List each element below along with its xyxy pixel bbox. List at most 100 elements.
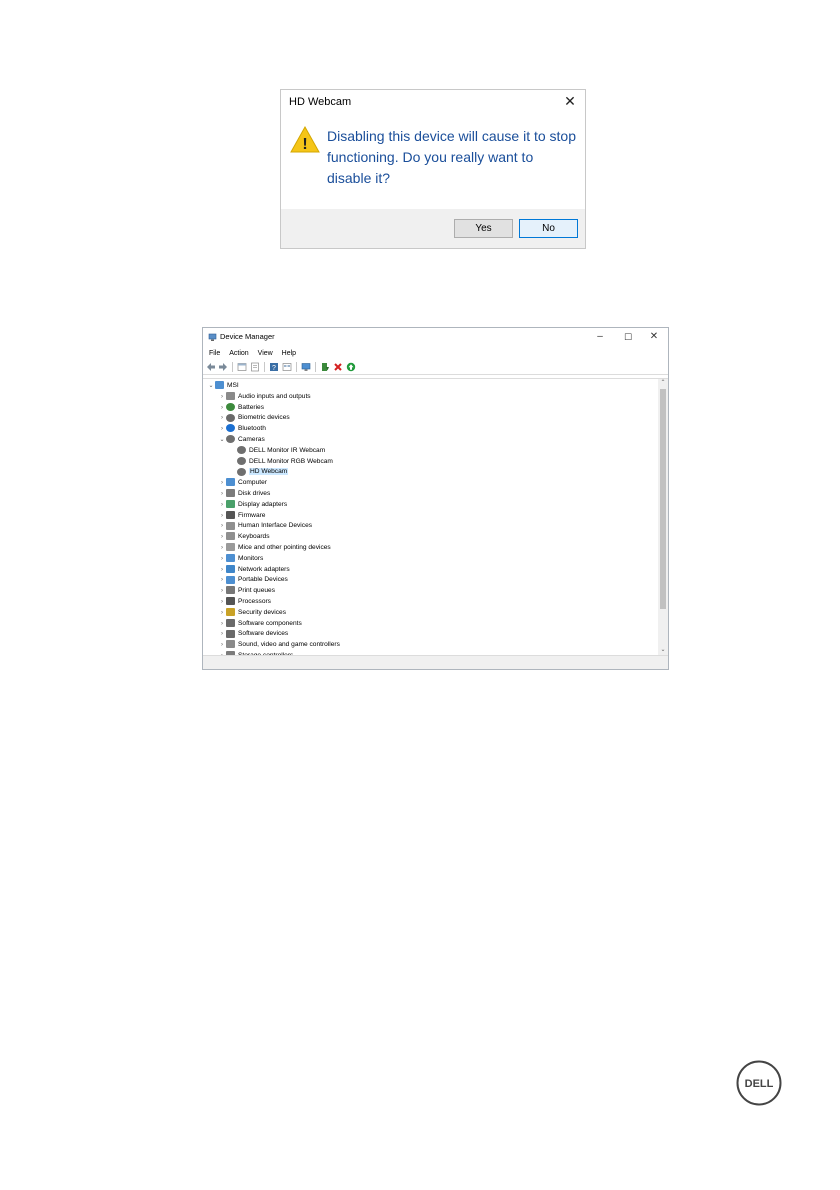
chevron-right-icon[interactable]: › xyxy=(218,489,226,500)
status-bar xyxy=(203,655,668,669)
tree-item[interactable]: › Display adapters xyxy=(218,500,287,511)
tree-item-label: MSI xyxy=(227,382,239,389)
maximize-icon[interactable]: ☐ xyxy=(618,330,638,344)
chevron-right-icon[interactable]: › xyxy=(218,543,226,554)
chevron-right-icon[interactable]: › xyxy=(218,586,226,597)
console-tree-icon[interactable] xyxy=(250,362,260,372)
keyboard-icon xyxy=(226,521,235,530)
speaker-icon xyxy=(226,640,235,649)
warning-glyph: ! xyxy=(302,136,307,153)
tree-item[interactable]: DELL Monitor RGB Webcam xyxy=(229,456,333,468)
chip-icon xyxy=(226,597,235,606)
tree-item[interactable]: › Computer xyxy=(218,478,267,489)
uninstall-icon[interactable] xyxy=(333,362,343,372)
chevron-right-icon[interactable]: › xyxy=(218,565,226,576)
chevron-right-icon[interactable]: › xyxy=(218,554,226,565)
camera-icon xyxy=(237,467,246,476)
tree-item[interactable]: › Human Interface Devices xyxy=(218,521,312,532)
chevron-right-icon[interactable]: › xyxy=(218,424,226,435)
no-button[interactable]: No xyxy=(519,219,578,238)
chevron-down-icon[interactable]: ⌄ xyxy=(207,381,215,392)
tree-item[interactable]: › Batteries xyxy=(218,402,264,414)
scrollbar-thumb[interactable] xyxy=(660,389,666,609)
help-icon[interactable]: ? xyxy=(269,362,279,372)
scroll-up-icon[interactable]: ⌃ xyxy=(658,379,668,388)
tree-item[interactable]: › Disk drives xyxy=(218,489,270,500)
back-arrow-icon[interactable] xyxy=(206,362,216,372)
menu-view[interactable]: View xyxy=(258,348,273,359)
bluetooth-icon xyxy=(226,424,235,433)
chevron-right-icon[interactable]: › xyxy=(218,608,226,619)
close-icon[interactable]: ✕ xyxy=(563,94,577,108)
minimize-icon[interactable]: – xyxy=(590,330,610,344)
chevron-right-icon[interactable]: › xyxy=(218,597,226,608)
tree-item-label: Mice and other pointing devices xyxy=(238,544,331,551)
tree-item-label: Bluetooth xyxy=(238,425,266,433)
tree-item[interactable]: DELL Monitor IR Webcam xyxy=(229,446,325,457)
puzzle-icon xyxy=(226,618,235,627)
tree-item[interactable]: › Network adapters xyxy=(218,564,290,576)
chevron-right-icon[interactable]: › xyxy=(218,403,226,414)
tree-item[interactable]: › Security devices xyxy=(218,608,286,619)
vertical-scrollbar[interactable]: ⌃ ⌄ xyxy=(658,379,668,655)
forward-arrow-icon[interactable] xyxy=(218,362,228,372)
tree-item[interactable]: › Processors xyxy=(218,597,271,608)
toolbar: ? xyxy=(203,360,668,375)
chevron-right-icon[interactable]: › xyxy=(218,478,226,489)
menu-bar: File Action View Help xyxy=(203,348,668,359)
enable-device-icon[interactable] xyxy=(346,362,356,372)
chevron-right-icon[interactable]: › xyxy=(218,500,226,511)
tree-item[interactable]: HD Webcam xyxy=(229,467,289,478)
chevron-right-icon[interactable]: › xyxy=(218,392,226,403)
menu-file[interactable]: File xyxy=(209,348,220,359)
tree-item-label: Disk drives xyxy=(238,490,271,497)
tree-item-label: Human Interface Devices xyxy=(238,522,313,530)
tree-item[interactable]: ⌄ Cameras xyxy=(218,435,265,446)
toolbar-separator xyxy=(232,362,233,372)
network-icon xyxy=(226,564,235,573)
chevron-right-icon[interactable]: › xyxy=(218,511,226,522)
tree-item-label: Display adapters xyxy=(238,500,288,508)
dialog-message: Disabling this device will cause it to s… xyxy=(327,128,577,186)
chevron-right-icon[interactable]: › xyxy=(218,629,226,640)
svg-text:?: ? xyxy=(272,365,276,372)
properties-icon[interactable] xyxy=(237,362,247,372)
tree-item[interactable]: › Software devices xyxy=(218,629,288,640)
tree-item[interactable]: › Software components xyxy=(218,618,302,630)
chevron-right-icon[interactable]: › xyxy=(218,575,226,586)
tree-item-label: HD Webcam xyxy=(249,468,289,476)
chevron-right-icon[interactable]: › xyxy=(218,619,226,630)
tree-item[interactable]: › Print queues xyxy=(218,586,275,597)
menu-help[interactable]: Help xyxy=(282,348,296,359)
chevron-right-icon[interactable]: › xyxy=(218,413,226,424)
close-icon[interactable]: ✕ xyxy=(644,330,664,344)
view-icon[interactable] xyxy=(282,362,292,372)
tree-item-label: Software devices xyxy=(238,630,289,638)
key-icon xyxy=(226,608,235,617)
tree-item[interactable]: › Sound, video and game controllers xyxy=(218,640,340,651)
tree-item[interactable]: › Biometric devices xyxy=(218,413,290,424)
tree-item[interactable]: › Keyboards xyxy=(218,532,270,543)
tree-item[interactable]: › Firmware xyxy=(218,510,265,522)
tree-item-label: DELL Monitor RGB Webcam xyxy=(249,457,333,465)
yes-button[interactable]: Yes xyxy=(454,219,513,238)
tree-item-label: Biometric devices xyxy=(238,414,290,422)
chevron-down-icon[interactable]: ⌄ xyxy=(218,435,226,446)
chevron-right-icon[interactable]: › xyxy=(218,640,226,651)
update-driver-icon[interactable] xyxy=(320,362,330,372)
keyboard-icon xyxy=(226,532,235,541)
monitor-icon[interactable] xyxy=(301,362,311,372)
tree-item[interactable]: › Audio inputs and outputs xyxy=(218,392,311,403)
menu-action[interactable]: Action xyxy=(229,348,248,359)
tree-item-label: Print queues xyxy=(238,587,276,595)
tree-item[interactable]: ⌄ MSI xyxy=(207,381,239,392)
chevron-right-icon[interactable]: › xyxy=(218,532,226,543)
tree-item[interactable]: › Portable Devices xyxy=(218,575,288,586)
disk-icon xyxy=(226,489,235,498)
tree-item-label: Monitors xyxy=(238,554,264,562)
tree-item[interactable]: › Bluetooth xyxy=(218,424,266,435)
tree-item[interactable]: › Monitors xyxy=(218,554,263,565)
scroll-down-icon[interactable]: ⌄ xyxy=(658,646,668,655)
tree-item[interactable]: › Mice and other pointing devices xyxy=(218,543,331,554)
chevron-right-icon[interactable]: › xyxy=(218,521,226,532)
